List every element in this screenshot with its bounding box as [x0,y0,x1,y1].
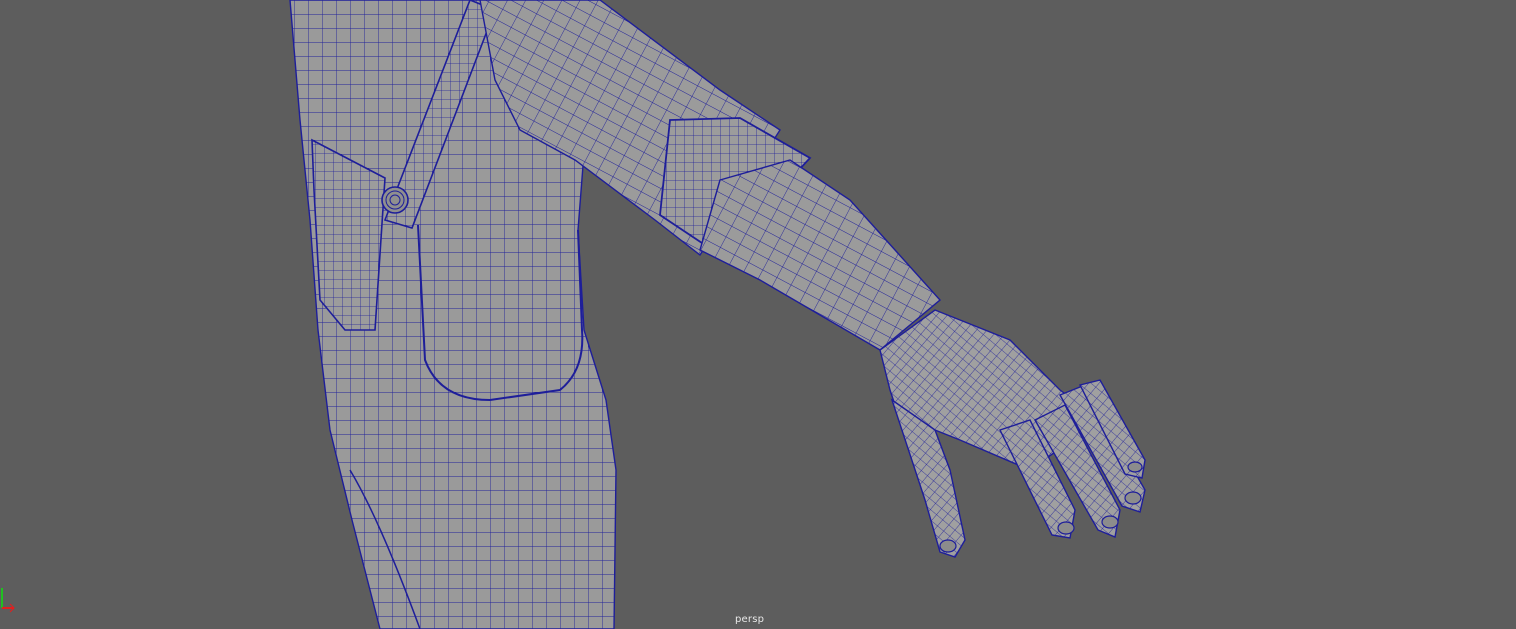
strap-button[interactable] [381,186,409,214]
character-mesh-scene[interactable] [0,0,1516,629]
persp-viewport[interactable]: persp [0,0,1516,629]
camera-name-label: persp [735,614,765,625]
forearm-mesh[interactable] [699,159,942,351]
xyz-axis-icon [1,588,15,613]
